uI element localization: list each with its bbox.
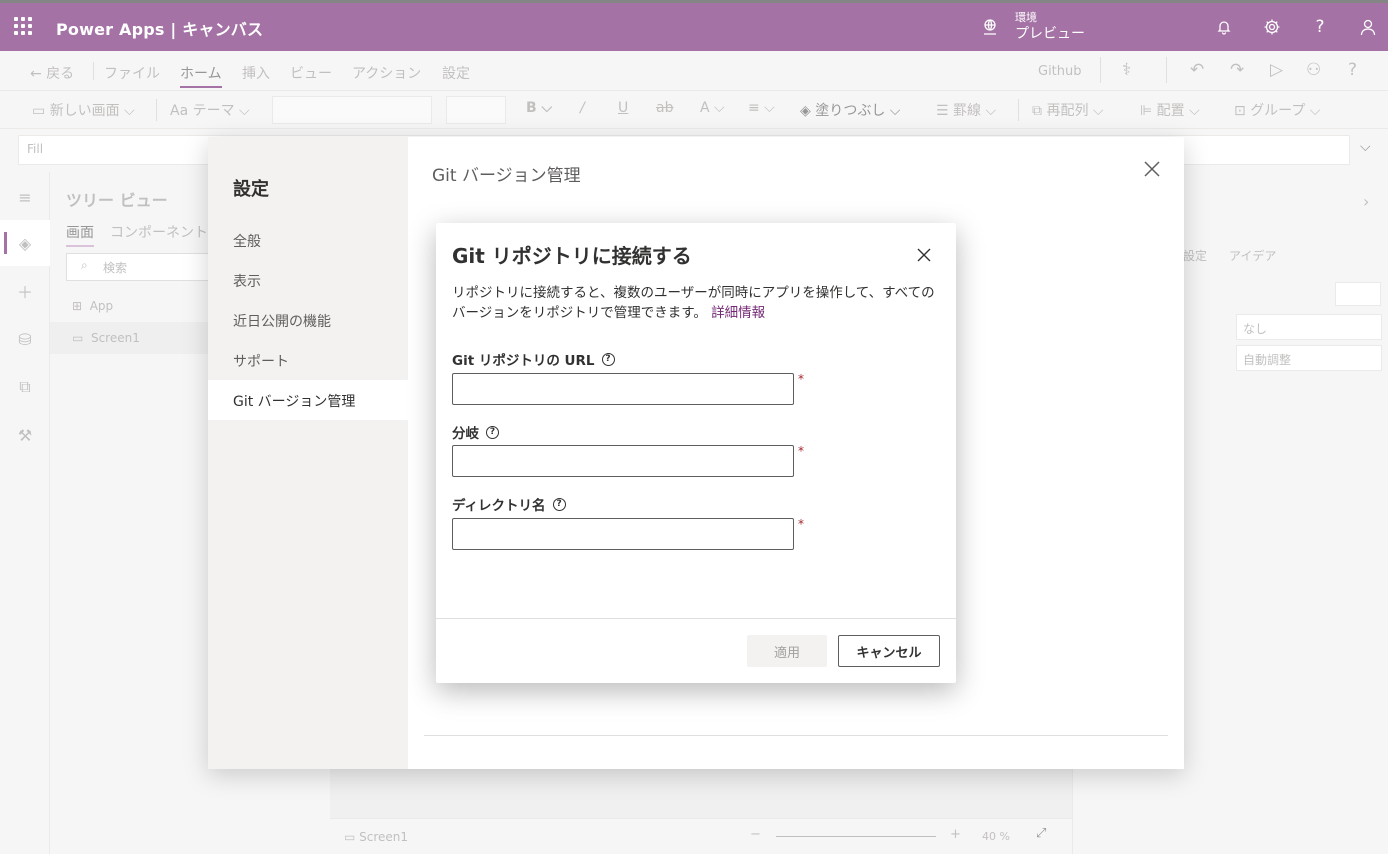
cancel-button[interactable]: キャンセル — [838, 635, 940, 667]
settings-nav-display[interactable]: 表示 — [208, 260, 408, 300]
settings-nav-general[interactable]: 全般 — [208, 220, 408, 260]
directory-label: ディレクトリ名 ? — [452, 494, 566, 514]
branch-label: 分岐 ? — [452, 422, 499, 442]
settings-title: 設定 — [233, 179, 269, 200]
required-indicator: * — [798, 444, 804, 458]
git-connect-dialog: Git リポジトリに接続する リポジトリに接続すると、複数のユーザーが同時にアプ… — [436, 223, 956, 683]
dialog-description: リポジトリに接続すると、複数のユーザーが同時にアプリを操作して、すべてのバージョ… — [452, 285, 935, 321]
close-icon[interactable] — [1142, 159, 1162, 179]
settings-nav-upcoming[interactable]: 近日公開の機能 — [208, 300, 408, 340]
required-indicator: * — [798, 372, 804, 386]
repo-url-input[interactable] — [452, 373, 794, 405]
divider — [424, 735, 1168, 736]
help-icon[interactable]: ? — [486, 425, 499, 439]
apply-button[interactable]: 適用 — [747, 635, 827, 667]
dialog-title: Git リポジトリに接続する — [452, 244, 692, 268]
settings-heading: Git バージョン管理 — [432, 166, 581, 186]
settings-nav-support[interactable]: サポート — [208, 340, 408, 380]
divider — [436, 618, 956, 619]
repo-url-label: Git リポジトリの URL ? — [452, 349, 615, 369]
settings-nav: 設定 全般 表示 近日公開の機能 サポート Git バージョン管理 — [208, 137, 408, 769]
close-icon[interactable] — [914, 245, 934, 265]
learn-more-link[interactable]: 詳細情報 — [711, 305, 765, 321]
help-icon[interactable]: ? — [601, 352, 615, 366]
required-indicator: * — [798, 517, 804, 531]
directory-input[interactable] — [452, 518, 794, 550]
branch-input[interactable] — [452, 445, 794, 477]
help-icon[interactable]: ? — [552, 497, 566, 511]
settings-nav-git[interactable]: Git バージョン管理 — [208, 380, 408, 420]
